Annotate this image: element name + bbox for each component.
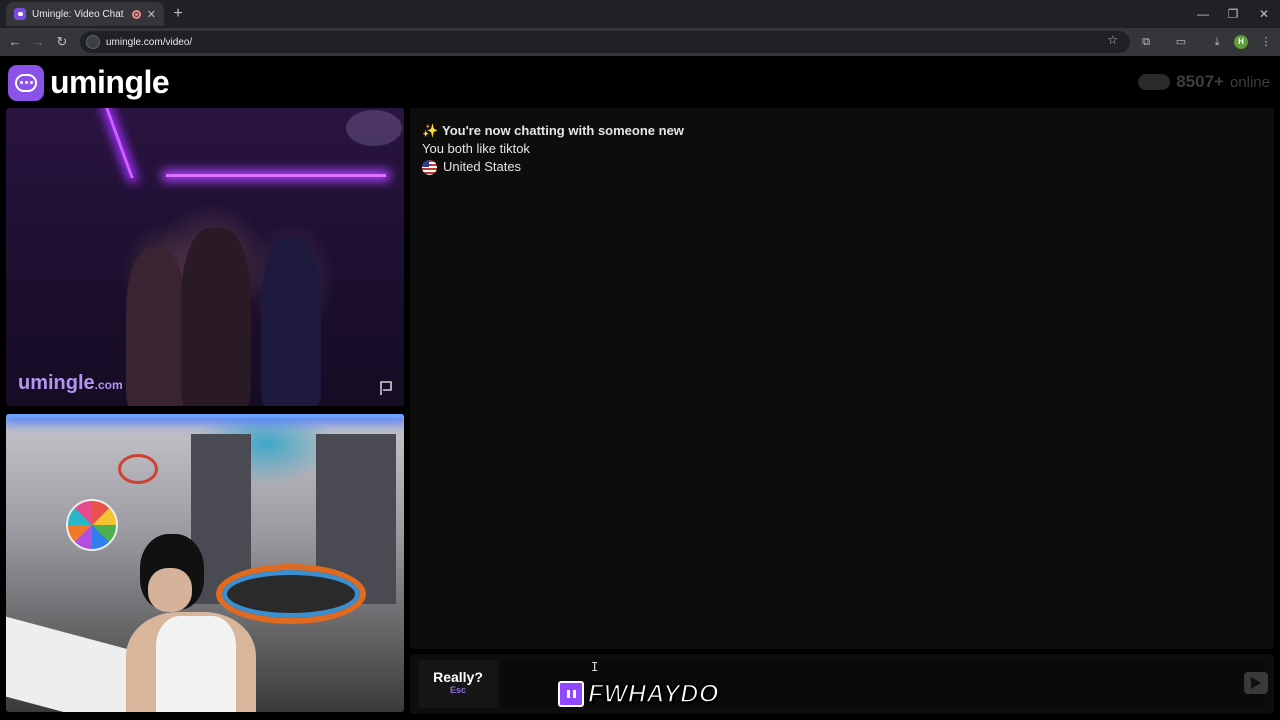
chat-message: ✨ You're now chatting with someone new xyxy=(422,123,684,138)
person xyxy=(261,238,321,406)
skip-hint: Esc xyxy=(449,685,466,695)
online-count: 8507+ xyxy=(1176,72,1224,91)
recording-icon xyxy=(131,9,141,19)
twitch-icon xyxy=(558,681,584,707)
browser-toolbar: ← → ↻ umingle.com/video/ ☆ ⧉ ▭ ⤓ H ⋮ xyxy=(0,28,1280,56)
logo-text: umingle xyxy=(50,64,170,100)
stranger-video: umingle.com xyxy=(6,108,404,406)
chat-message: United States xyxy=(422,158,1262,176)
led-light xyxy=(105,108,134,178)
address-bar[interactable]: umingle.com/video/ ☆ xyxy=(80,31,1130,53)
prize-wheel xyxy=(66,499,118,551)
skip-button[interactable]: Really? Esc xyxy=(418,660,498,708)
person xyxy=(126,248,186,406)
sparkles-icon: ✨ xyxy=(422,123,439,138)
umingle-watermark: umingle.com xyxy=(18,372,123,394)
chat-bubble-icon xyxy=(8,64,44,101)
url-text: umingle.com/video/ xyxy=(106,36,193,48)
report-flag-icon[interactable] xyxy=(378,380,394,396)
download-icon[interactable]: ⤓ xyxy=(1209,34,1225,50)
streamer-overlay: FWHAYDO xyxy=(558,678,719,710)
cast-icon[interactable]: ▭ xyxy=(1173,34,1189,50)
tab-title: Umingle: Video Chat with S xyxy=(32,8,126,20)
online-label: online xyxy=(1229,73,1270,91)
online-toggle xyxy=(1138,74,1171,90)
chat-controls: Really? Esc xyxy=(410,654,1274,714)
ceiling-fan xyxy=(346,110,402,146)
online-indicator: 8507+ online xyxy=(1138,72,1270,92)
send-button[interactable] xyxy=(1244,672,1268,694)
minimize-button[interactable]: — xyxy=(1188,4,1218,24)
self-video xyxy=(6,414,404,712)
streamer-name: FWHAYDO xyxy=(587,679,719,709)
browser-tab-bar: Umingle: Video Chat with S ✕ + — ❐ ✕ xyxy=(0,0,1280,28)
new-tab-button[interactable]: + xyxy=(168,4,188,24)
led-light xyxy=(166,174,386,177)
person xyxy=(181,228,251,406)
skip-label: Really? xyxy=(433,669,483,685)
text-cursor-icon: I xyxy=(591,660,599,674)
page: umingle 8507+ online umingle.com ✨ You'r… xyxy=(0,56,1280,720)
desk xyxy=(6,616,136,712)
back-button[interactable]: ← xyxy=(5,32,25,52)
bookmark-star-icon[interactable]: ☆ xyxy=(1107,33,1118,47)
forward-button[interactable]: → xyxy=(28,32,48,52)
menu-icon[interactable]: ⋮ xyxy=(1258,34,1274,50)
umingle-favicon-icon xyxy=(14,8,26,20)
close-tab-icon[interactable]: ✕ xyxy=(147,8,156,21)
site-info-icon[interactable] xyxy=(86,35,100,49)
extensions-icon[interactable]: ⧉ xyxy=(1138,34,1154,50)
close-window-button[interactable]: ✕ xyxy=(1249,4,1279,24)
led-light xyxy=(6,414,404,418)
chat-message: You both like tiktok xyxy=(422,141,530,156)
us-flag-icon xyxy=(422,159,437,175)
restore-button[interactable]: ❐ xyxy=(1218,4,1248,24)
chat-log: ✨ You're now chatting with someone new Y… xyxy=(410,108,1274,649)
reload-button[interactable]: ↻ xyxy=(52,32,72,52)
streamer xyxy=(126,534,276,712)
browser-tab[interactable]: Umingle: Video Chat with S ✕ xyxy=(6,2,164,26)
site-logo[interactable]: umingle xyxy=(8,64,170,101)
profile-avatar[interactable]: H xyxy=(1234,35,1248,49)
basketball-hoop xyxy=(118,454,158,484)
